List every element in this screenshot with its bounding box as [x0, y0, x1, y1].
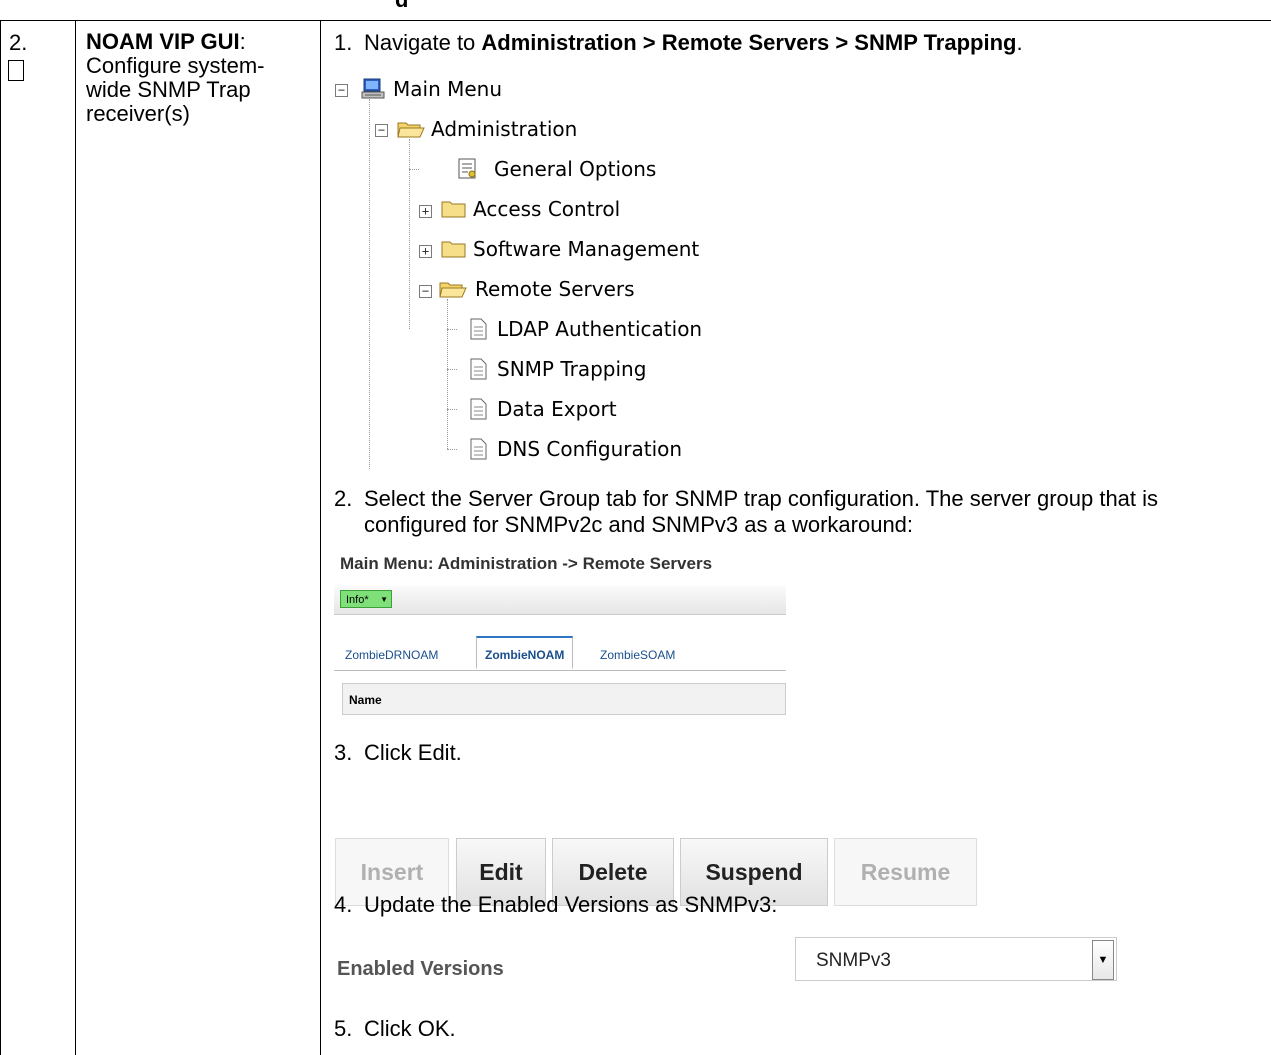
step-title-colon: : [239, 29, 246, 54]
embedded-screenshot: Main Menu: Administration -> Remote Serv… [334, 550, 786, 720]
table-top-border [0, 20, 1271, 21]
toolbar: Info* ▼ [334, 586, 786, 615]
instruction-3: 3. Click Edit. [334, 740, 462, 766]
tree-branch [447, 449, 457, 450]
col-divider-1 [75, 20, 76, 1055]
tab-zombiedrnoam[interactable]: ZombieDRNOAM [345, 640, 438, 670]
top-cut-text: g [395, 0, 408, 7]
instruction-2: 2. Select the Server Group tab for SNMP … [334, 486, 1234, 538]
folder-icon [441, 241, 466, 258]
tree-label: Remote Servers [475, 277, 635, 301]
tree-label: SNMP Trapping [497, 357, 647, 381]
page-icon [470, 398, 487, 420]
table-left-border [0, 20, 1, 1055]
tab-zombienoam[interactable]: ZombieNOAM [476, 636, 574, 669]
step-number: 2. [9, 30, 28, 55]
instruction-1: 1. Navigate to Administration > Remote Se… [334, 30, 1023, 56]
options-icon [458, 158, 476, 179]
instruction-5: 5. Click OK. [334, 1016, 456, 1042]
instruction-1-text: Navigate to [364, 30, 482, 55]
tree-label: Administration [431, 117, 578, 141]
instruction-3-number: 3. [334, 740, 353, 765]
tree-label: Main Menu [393, 77, 503, 101]
page-icon [470, 438, 487, 460]
chevron-down-icon[interactable]: ▼ [1092, 940, 1114, 980]
tab-zombiesoam[interactable]: ZombieSOAM [600, 640, 675, 670]
page-title: Main Menu: Administration -> Remote Serv… [340, 554, 713, 573]
step-description: NOAM VIP GUI: Configure system-wide SNMP… [86, 30, 304, 126]
expand-icon[interactable]: + [419, 245, 432, 258]
tree-guide-line [369, 99, 370, 469]
tree-branch [447, 329, 457, 330]
tree-label: LDAP Authentication [497, 317, 703, 341]
info-button[interactable]: Info* ▼ [340, 590, 392, 608]
column-header-name[interactable]: Name [342, 683, 786, 715]
instruction-1-period: . [1016, 30, 1023, 55]
enabled-versions-label: Enabled Versions [337, 958, 504, 980]
tree-branch [447, 409, 457, 410]
folder-icon [441, 201, 466, 218]
tree-label: Access Control [473, 197, 621, 221]
step-description-text: Configure system-wide SNMP Trap receiver… [86, 53, 265, 126]
tree-guide-line [447, 299, 448, 449]
instruction-1-path: Administration > Remote Servers > SNMP T… [481, 30, 1017, 55]
instruction-2-text: Select the Server Group tab for SNMP tra… [364, 486, 1159, 537]
tree-label: General Options [494, 157, 657, 181]
open-folder-icon [397, 122, 425, 138]
instruction-4: 4. Update the Enabled Versions as SNMPv3: [334, 892, 777, 918]
tree-label: Data Export [497, 397, 617, 421]
instruction-5-number: 5. [334, 1016, 353, 1041]
col-divider-2 [320, 20, 321, 1055]
page-icon [470, 318, 487, 340]
instruction-1-number: 1. [334, 30, 353, 55]
instruction-5-text: Click OK. [364, 1016, 456, 1041]
expand-icon[interactable]: + [419, 205, 432, 218]
instruction-4-text: Update the Enabled Versions as SNMPv3: [364, 892, 778, 917]
tree-branch [409, 169, 419, 170]
open-folder-icon [439, 282, 467, 298]
enabled-versions-select[interactable]: SNMPv3 ▼ [795, 937, 1117, 981]
instruction-3-text: Click Edit. [364, 740, 462, 765]
chevron-down-icon: ▼ [380, 595, 388, 604]
info-label: Info* [346, 594, 369, 606]
step-checkbox[interactable] [8, 60, 24, 81]
page-icon [470, 358, 487, 380]
tree-branch [447, 369, 457, 370]
computer-icon [361, 78, 385, 99]
instruction-2-number: 2. [334, 486, 353, 511]
tree-guide-line [409, 139, 410, 329]
instruction-4-number: 4. [334, 892, 353, 917]
collapse-icon[interactable]: − [375, 124, 388, 137]
step-title: NOAM VIP GUI [86, 29, 240, 54]
collapse-icon[interactable]: − [419, 285, 432, 298]
tree-label: DNS Configuration [497, 437, 683, 461]
tree-label: Software Management [473, 237, 700, 261]
collapse-icon[interactable]: − [335, 84, 348, 97]
enabled-versions-value: SNMPv3 [816, 950, 891, 971]
server-group-tabs: ZombieDRNOAM ZombieNOAM ZombieSOAM [334, 636, 786, 671]
resume-button[interactable]: Resume [834, 838, 977, 906]
